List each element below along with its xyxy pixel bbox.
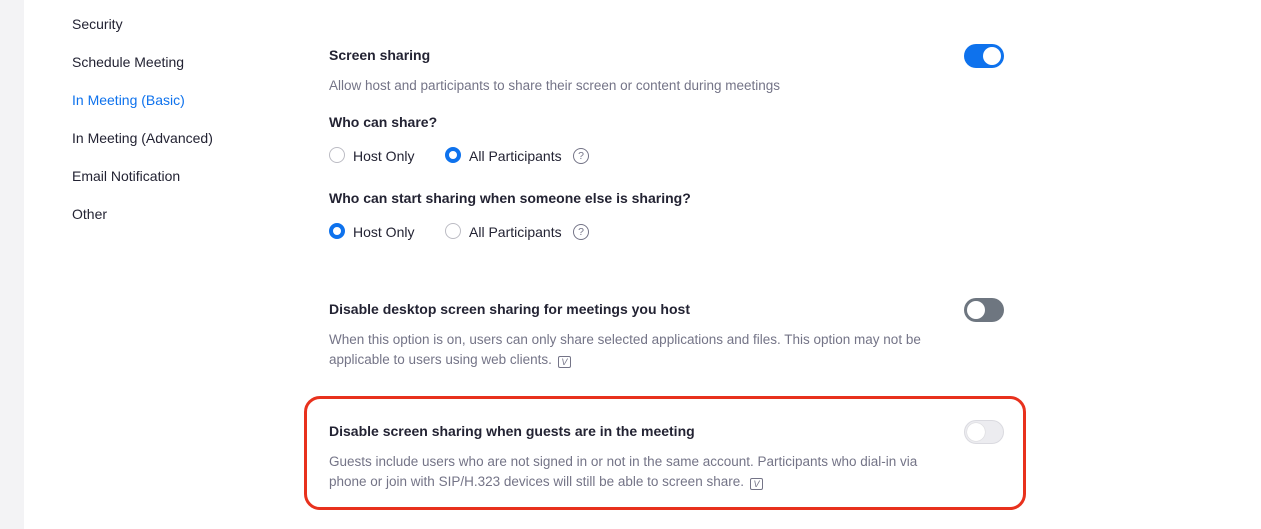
setting-description: When this option is on, users can only s… xyxy=(329,330,939,370)
who-can-share-label: Who can share? xyxy=(329,114,438,130)
who-can-start-host-only-radio[interactable] xyxy=(329,223,345,239)
radio-label-all-participants[interactable]: All Participants xyxy=(469,223,562,241)
sidebar-item-other[interactable]: Other xyxy=(72,205,107,223)
who-can-start-all-participants-radio[interactable] xyxy=(445,223,461,239)
sidebar-item-in-meeting-basic[interactable]: In Meeting (Basic) xyxy=(72,91,185,109)
who-can-start-sharing-label: Who can start sharing when someone else … xyxy=(329,190,691,206)
highlight-annotation xyxy=(304,396,1026,510)
version-icon: V xyxy=(557,356,571,368)
radio-label-all-participants[interactable]: All Participants xyxy=(469,147,562,165)
disable-desktop-sharing-toggle[interactable] xyxy=(964,298,1004,322)
who-can-share-host-only-radio[interactable] xyxy=(329,147,345,163)
toggle-knob xyxy=(983,47,1001,65)
toggle-knob xyxy=(967,301,985,319)
description-text: When this option is on, users can only s… xyxy=(329,332,921,367)
screen-sharing-toggle[interactable] xyxy=(964,44,1004,68)
sidebar-item-in-meeting-advanced[interactable]: In Meeting (Advanced) xyxy=(72,129,213,147)
setting-title: Screen sharing xyxy=(329,47,431,63)
setting-title: Disable desktop screen sharing for meeti… xyxy=(329,301,690,317)
sidebar-item-email-notification[interactable]: Email Notification xyxy=(72,167,180,185)
sidebar-item-security[interactable]: Security xyxy=(72,15,123,33)
radio-label-host-only[interactable]: Host Only xyxy=(353,147,414,165)
who-can-share-all-participants-radio[interactable] xyxy=(445,147,461,163)
sidebar-item-schedule-meeting[interactable]: Schedule Meeting xyxy=(72,53,184,71)
setting-description: Allow host and participants to share the… xyxy=(329,78,780,93)
help-icon[interactable]: ? xyxy=(573,224,589,240)
help-icon[interactable]: ? xyxy=(573,148,589,164)
radio-label-host-only[interactable]: Host Only xyxy=(353,223,414,241)
